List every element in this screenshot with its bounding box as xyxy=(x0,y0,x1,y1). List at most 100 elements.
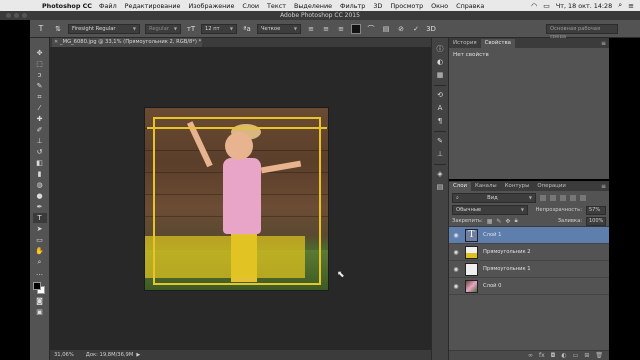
dodge-tool-icon[interactable]: ● xyxy=(33,191,47,201)
filter-smart-icon[interactable] xyxy=(580,194,586,201)
layer-row[interactable]: ◉ T Слой 1 xyxy=(449,227,609,244)
blend-mode-select[interactable]: Обычные ▼ xyxy=(452,205,528,215)
layer-row[interactable]: ◉ Прямоугольник 2 xyxy=(449,244,609,261)
3d-text-icon[interactable]: 3D xyxy=(426,24,436,34)
filter-shape-icon[interactable] xyxy=(570,194,576,201)
menu-edit[interactable]: Редактирование xyxy=(125,2,181,10)
visibility-eye-icon[interactable]: ◉ xyxy=(449,232,463,239)
commit-edits-icon[interactable]: ✓ xyxy=(411,24,421,34)
layer-filter-select[interactable]: ⌕ Вид ▼ xyxy=(452,192,536,203)
screen-mode-icon[interactable]: ▣ xyxy=(33,307,47,317)
layer-row[interactable]: ◉ Слой 0 xyxy=(449,278,609,295)
tab-actions[interactable]: Операции xyxy=(533,182,570,191)
font-family-select[interactable]: Firesight Regular ▼ xyxy=(68,23,140,34)
menu-select[interactable]: Выделение xyxy=(294,2,332,10)
menu-3d[interactable]: 3D xyxy=(373,2,382,10)
text-color-swatch[interactable] xyxy=(351,23,361,34)
type-tool-preset-icon[interactable]: T xyxy=(34,23,48,35)
path-selection-tool-icon[interactable]: ➤ xyxy=(33,224,47,234)
search-icon[interactable]: ⌕ xyxy=(618,1,622,10)
adjustment-layer-icon[interactable]: ◐ xyxy=(561,352,566,359)
character-panel-icon[interactable]: ▤ xyxy=(381,24,391,34)
fx-icon[interactable]: fx xyxy=(539,352,545,359)
menu-image[interactable]: Изображение xyxy=(188,2,234,10)
layer-name[interactable]: Прямоугольник 1 xyxy=(483,266,531,272)
layer-name[interactable]: Прямоугольник 2 xyxy=(483,249,531,255)
lock-position-icon[interactable]: ✥ xyxy=(505,218,510,225)
text-orientation-icon[interactable]: ⇅ xyxy=(53,24,63,34)
zoom-tool-icon[interactable]: ⌕ xyxy=(33,257,47,267)
brush-presets-icon[interactable]: ✎ xyxy=(434,136,446,147)
close-icon[interactable]: ✕ xyxy=(54,38,58,47)
layer-name[interactable]: Слой 0 xyxy=(483,283,501,289)
font-size-select[interactable]: 12 пт ▼ xyxy=(201,23,237,34)
clone-source-icon[interactable]: ⊥ xyxy=(434,149,446,160)
rectangle-1-frame[interactable] xyxy=(153,117,321,285)
layer-row[interactable]: ◉ Прямоугольник 1 xyxy=(449,261,609,278)
type-tool-icon[interactable]: T xyxy=(32,213,47,223)
zoom-window-button[interactable] xyxy=(22,13,27,18)
wifi-icon[interactable]: ◠ xyxy=(531,2,537,10)
menu-view[interactable]: Просмотр xyxy=(390,2,423,10)
paragraph-icon[interactable]: ¶ xyxy=(434,116,446,127)
tab-paths[interactable]: Контуры xyxy=(501,182,534,191)
font-style-select[interactable]: Regular ▼ xyxy=(145,23,181,34)
align-right-icon[interactable]: ≡ xyxy=(336,24,346,34)
marquee-tool-icon[interactable]: ⬚ xyxy=(33,59,47,69)
lock-paint-icon[interactable]: ✎ xyxy=(496,218,501,225)
filter-pixel-icon[interactable] xyxy=(540,194,546,201)
tab-layers[interactable]: Слои xyxy=(449,182,472,191)
styles-icon[interactable]: ◈ xyxy=(434,169,446,180)
panel-menu-icon[interactable]: ≡ xyxy=(601,182,606,191)
trash-icon[interactable]: 🗑︎ xyxy=(595,352,603,359)
color-swatches[interactable] xyxy=(32,281,48,295)
tab-properties[interactable]: Свойства xyxy=(480,39,515,48)
lasso-tool-icon[interactable]: ↄ xyxy=(33,70,47,80)
pen-tool-icon[interactable]: ✒ xyxy=(33,202,47,212)
panel-menu-icon[interactable]: ≡ xyxy=(601,39,606,48)
adjustments-icon[interactable]: ◐ xyxy=(434,57,446,68)
canvas-image[interactable] xyxy=(144,107,329,291)
eyedropper-tool-icon[interactable]: ⁄ xyxy=(33,103,47,113)
menu-file[interactable]: Файл xyxy=(99,2,117,10)
crop-tool-icon[interactable]: ⌗ xyxy=(33,92,47,102)
app-menu[interactable]: Photoshop CC xyxy=(42,2,92,10)
history-brush-tool-icon[interactable]: ↺ xyxy=(33,147,47,157)
align-center-icon[interactable]: ≡ xyxy=(321,24,331,34)
brush-tool-icon[interactable]: ✐ xyxy=(33,125,47,135)
foreground-color[interactable] xyxy=(32,282,41,290)
info-icon[interactable]: ⓘ xyxy=(434,44,446,55)
filter-type-icon[interactable] xyxy=(560,194,566,201)
hand-tool-icon[interactable]: ✋ xyxy=(33,246,47,256)
move-tool-icon[interactable]: ✥ xyxy=(33,48,47,58)
menu-list-icon[interactable]: ≡ xyxy=(628,2,634,10)
minimize-window-button[interactable] xyxy=(14,13,19,18)
menu-type[interactable]: Текст xyxy=(267,2,286,10)
quick-select-tool-icon[interactable]: ✎ xyxy=(33,81,47,91)
libraries-icon[interactable]: ▤ xyxy=(434,182,446,193)
visibility-eye-icon[interactable]: ◉ xyxy=(449,266,463,273)
more-tools-icon[interactable]: … xyxy=(33,268,47,278)
antialias-select[interactable]: Четкое ▼ xyxy=(257,23,301,34)
swatches-icon[interactable]: ▦ xyxy=(434,70,446,81)
status-menu-icon[interactable]: ▶ xyxy=(136,352,140,358)
align-left-icon[interactable]: ≡ xyxy=(306,24,316,34)
clone-stamp-tool-icon[interactable]: ⊥ xyxy=(33,136,47,146)
visibility-eye-icon[interactable]: ◉ xyxy=(449,249,463,256)
lock-all-icon[interactable]: 🔒︎ xyxy=(514,217,517,225)
new-group-icon[interactable]: ▭ xyxy=(573,352,579,359)
visibility-eye-icon[interactable]: ◉ xyxy=(449,283,463,290)
blur-tool-icon[interactable]: ◍ xyxy=(33,180,47,190)
new-layer-icon[interactable]: ⊞ xyxy=(584,352,589,359)
healing-brush-tool-icon[interactable]: ✚ xyxy=(33,114,47,124)
fill-input[interactable]: 100% xyxy=(586,216,606,226)
layer-name[interactable]: Слой 1 xyxy=(483,232,501,238)
opacity-input[interactable]: 57% xyxy=(586,205,606,215)
add-mask-icon[interactable]: ◘ xyxy=(551,352,556,359)
quick-mask-icon[interactable]: ◙ xyxy=(33,296,47,306)
workspace-select[interactable]: Основная рабочая среда xyxy=(546,24,618,40)
gradient-tool-icon[interactable]: ▮ xyxy=(33,169,47,179)
link-layers-icon[interactable]: ∞ xyxy=(528,352,533,359)
clock[interactable]: Чт, 18 окт. 14:28 xyxy=(556,2,612,10)
rectangle-tool-icon[interactable]: ▭ xyxy=(33,235,47,245)
